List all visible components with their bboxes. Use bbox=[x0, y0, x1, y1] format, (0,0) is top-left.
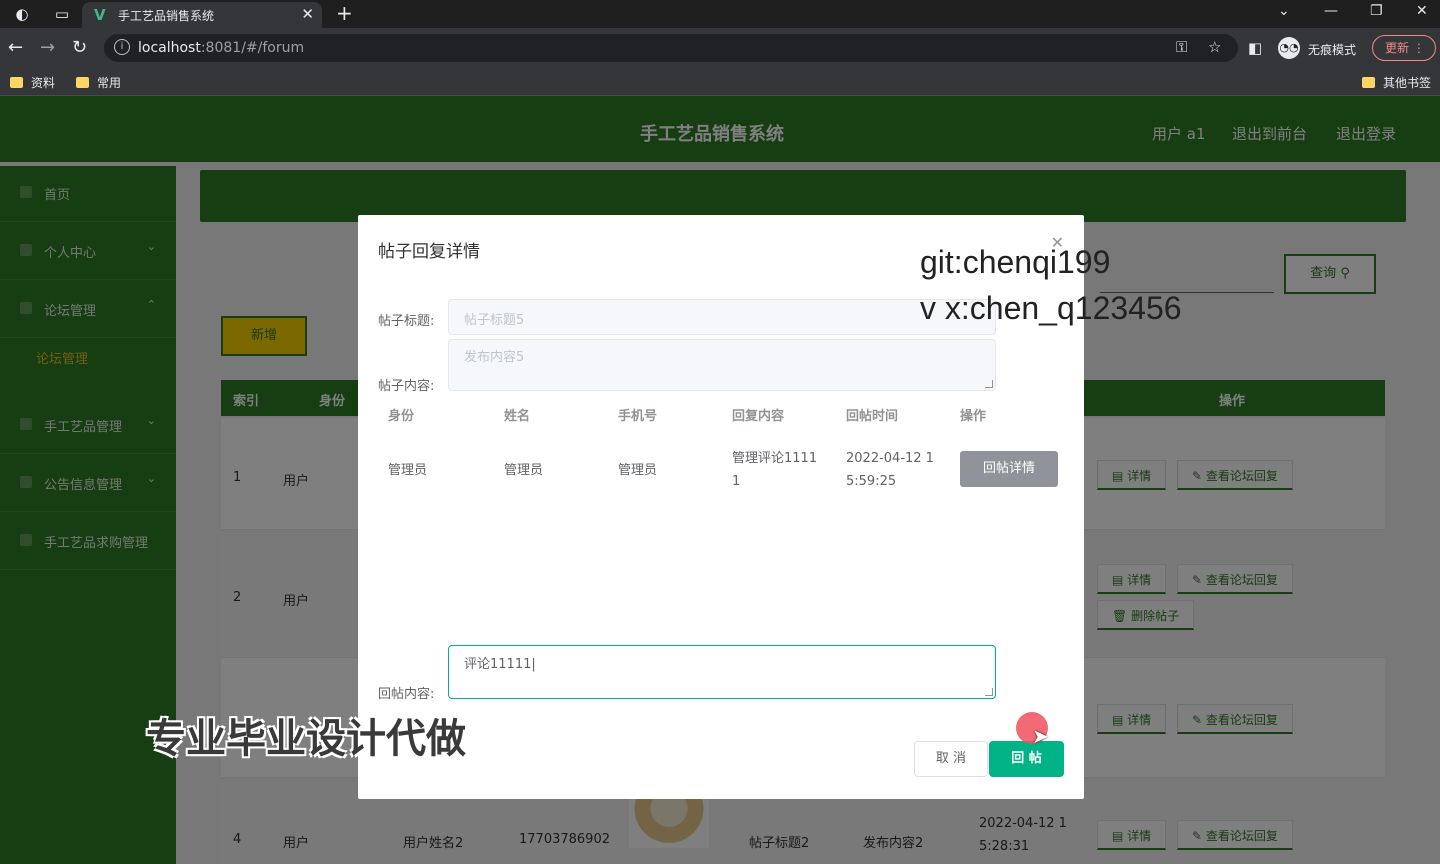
tab-title: 手工艺品销售系统 bbox=[118, 9, 215, 23]
reply-content-line1: 管理评论1111 bbox=[732, 451, 818, 466]
submit-reply-button[interactable]: 回 帖 bbox=[989, 741, 1064, 777]
reply-time-line2: 5:59:25 bbox=[846, 474, 897, 489]
tab-search-icon[interactable]: ▭ bbox=[52, 4, 72, 24]
minimize-icon[interactable]: — bbox=[1324, 3, 1338, 19]
incognito-icon: ◔◔ bbox=[1278, 37, 1300, 59]
incognito-label: 无痕模式 bbox=[1308, 43, 1357, 57]
url-text: localhost:8081/#/forum bbox=[138, 40, 305, 56]
post-title-label: 帖子标题: bbox=[378, 314, 435, 329]
reply-content-label: 回帖内容: bbox=[378, 687, 435, 702]
close-window-icon[interactable]: ✕ bbox=[1416, 3, 1428, 19]
reply-time-line1: 2022-04-12 1 bbox=[846, 451, 934, 466]
folder-icon bbox=[76, 77, 89, 88]
post-content-label: 帖子内容: bbox=[378, 379, 435, 394]
browser-tab[interactable]: V 手工艺品销售系统 ✕ bbox=[82, 2, 322, 28]
site-info-icon[interactable]: i bbox=[114, 39, 130, 55]
reply-name: 管理员 bbox=[504, 463, 544, 478]
browser-toolbar: ← → ↻ i localhost:8081/#/forum ⚿ ☆ ◧ ◔◔ … bbox=[0, 28, 1440, 68]
post-title-field: 帖子标题5 bbox=[448, 299, 996, 335]
folder-icon bbox=[1362, 77, 1375, 88]
reply-content-line2: 1 bbox=[732, 474, 741, 489]
browser-menu-icon[interactable]: ◐ bbox=[12, 4, 32, 24]
restore-icon[interactable]: ❐ bbox=[1370, 3, 1383, 19]
bookmark-star-icon[interactable]: ☆ bbox=[1208, 38, 1221, 56]
watermark-line2: v x:chen_q123456 bbox=[920, 290, 1182, 326]
app-page: 手工艺品销售系统 用户 a1 退出到前台 退出登录 首页 个人中心⌄ 论坛管理⌃… bbox=[0, 96, 1440, 864]
other-bookmarks[interactable]: 其他书签 bbox=[1362, 74, 1431, 91]
cancel-button[interactable]: 取 消 bbox=[914, 741, 988, 777]
key-icon[interactable]: ⚿ bbox=[1176, 38, 1187, 56]
back-icon[interactable]: ← bbox=[8, 37, 23, 58]
bookmarks-bar: 资料 常用 其他书签 bbox=[0, 68, 1440, 96]
folder-icon bbox=[10, 77, 23, 88]
reply-col-phone: 手机号 bbox=[618, 409, 658, 424]
resize-handle[interactable] bbox=[985, 688, 993, 696]
reply-col-name: 姓名 bbox=[504, 409, 531, 424]
reply-phone: 管理员 bbox=[618, 463, 658, 478]
new-tab-icon[interactable]: + bbox=[336, 1, 353, 25]
vue-logo-icon: V bbox=[94, 6, 106, 24]
dialog-title: 帖子回复详情 bbox=[378, 242, 480, 262]
bookmark-folder-ziliao[interactable]: 资料 bbox=[10, 74, 55, 91]
reply-role: 管理员 bbox=[388, 463, 428, 478]
reply-content-input[interactable]: 评论11111| bbox=[448, 645, 996, 699]
reload-icon[interactable]: ↻ bbox=[72, 37, 87, 58]
reply-col-action: 操作 bbox=[960, 409, 987, 424]
forward-icon[interactable]: → bbox=[40, 37, 55, 58]
tab-close-icon[interactable]: ✕ bbox=[301, 5, 314, 23]
mouse-cursor-icon: ➤ bbox=[1032, 724, 1049, 748]
sidepanel-icon[interactable]: ◧ bbox=[1248, 39, 1262, 57]
reply-col-role: 身份 bbox=[388, 409, 415, 424]
address-bar[interactable]: i localhost:8081/#/forum ⚿ ☆ bbox=[104, 34, 1238, 62]
post-content-field: 发布内容5 bbox=[448, 339, 996, 391]
bookmark-folder-changyong[interactable]: 常用 bbox=[76, 74, 121, 91]
reply-col-time: 回帖时间 bbox=[846, 409, 899, 424]
update-button[interactable]: 更新 ⋮ bbox=[1372, 35, 1436, 61]
reply-detail-button[interactable]: 回帖详情 bbox=[960, 451, 1058, 487]
watermark-line1: git:chenqi199 bbox=[920, 244, 1111, 280]
promo-caption: 专业毕业设计代做 bbox=[146, 716, 466, 762]
browser-tabbar: ◐ ▭ V 手工艺品销售系统 ✕ + ⌄ — ❐ ✕ bbox=[0, 0, 1440, 28]
resize-handle[interactable] bbox=[985, 380, 993, 388]
reply-col-content: 回复内容 bbox=[732, 409, 785, 424]
tab-list-chevron-icon[interactable]: ⌄ bbox=[1278, 3, 1290, 19]
